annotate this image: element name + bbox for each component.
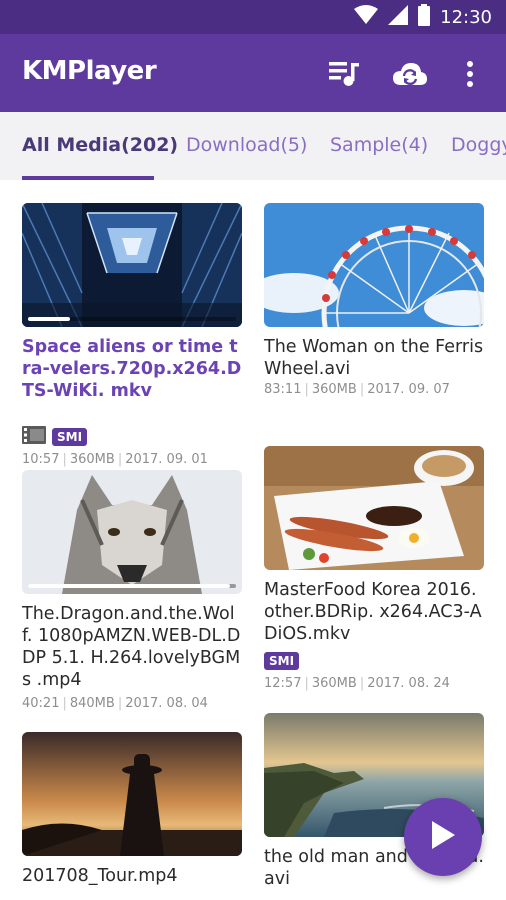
video-thumbnail[interactable] [264, 203, 484, 327]
media-title[interactable]: MasterFood Korea 2016. other.BDRip. x264… [264, 579, 486, 645]
tab-doggy[interactable]: Doggy [451, 134, 506, 156]
media-title[interactable]: 201708_Tour.mp4 [22, 865, 244, 887]
media-meta: 10:57 | 360MB | 2017. 09. 01 [22, 452, 208, 467]
play-button[interactable] [404, 798, 482, 876]
media-meta: 83:11 | 360MB | 2017. 09. 07 [264, 382, 450, 397]
signal-icon [388, 5, 409, 29]
play-icon [430, 820, 456, 854]
subtitle-badge: SMI [52, 428, 88, 446]
battery-icon [418, 4, 431, 30]
video-thumbnail[interactable] [22, 470, 242, 594]
playback-progress [28, 317, 236, 321]
tab-bar: All Media(202) Download(5) Sample(4) Dog… [0, 112, 506, 180]
media-title[interactable]: Space aliens or time tra-velers.720p.x26… [22, 336, 244, 402]
more-vert-icon[interactable] [452, 56, 488, 92]
media-grid: Space aliens or time tra-velers.720p.x26… [0, 180, 506, 900]
status-bar: 12:30 [0, 0, 506, 34]
video-thumbnail[interactable] [22, 732, 242, 856]
tab-sample[interactable]: Sample(4) [330, 134, 428, 156]
wifi-icon [354, 5, 379, 29]
media-meta: 12:57 | 360MB | 2017. 08. 24 [264, 676, 450, 691]
playlist-icon[interactable] [326, 56, 362, 92]
cloud-sync-icon[interactable] [392, 56, 428, 92]
playback-progress [28, 584, 236, 588]
video-thumbnail[interactable] [22, 203, 242, 327]
app-title: KMPlayer [22, 56, 157, 86]
media-meta: 40:21 | 840MB | 2017. 08. 04 [22, 696, 208, 711]
app-bar: KMPlayer [0, 34, 506, 112]
tab-all-media[interactable]: All Media(202) [22, 134, 178, 156]
film-icon [22, 426, 46, 448]
media-title[interactable]: The Woman on the Ferris Wheel.avi [264, 336, 486, 380]
media-title[interactable]: The.Dragon.and.the.Wolf. 1080pAMZN.WEB-D… [22, 603, 244, 691]
status-time: 12:30 [440, 6, 492, 28]
subtitle-badge: SMI [264, 652, 300, 670]
video-thumbnail[interactable] [264, 446, 484, 570]
tab-download[interactable]: Download(5) [186, 134, 307, 156]
